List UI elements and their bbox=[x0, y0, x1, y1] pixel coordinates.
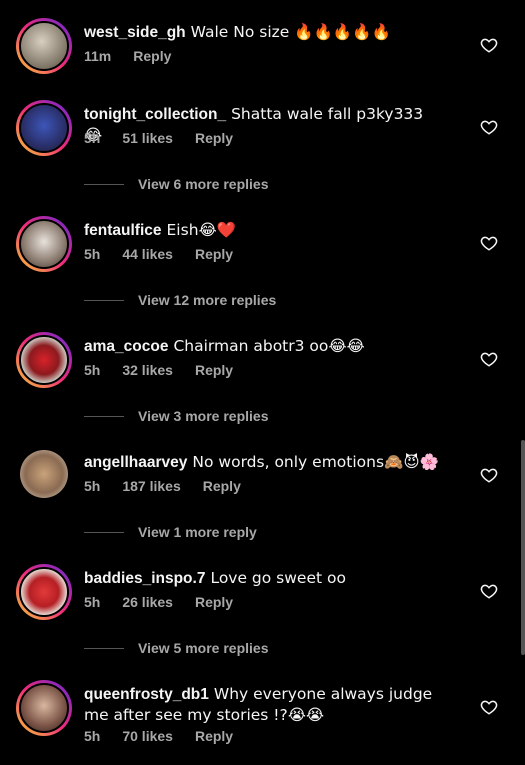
comment-text-block: baddies_inspo.7 Love go sweet oo bbox=[84, 568, 444, 589]
scrollbar[interactable] bbox=[521, 440, 525, 655]
comment-meta: 5h 70 likes Reply bbox=[84, 728, 255, 744]
reply-button[interactable]: Reply bbox=[195, 130, 233, 146]
heart-outline-icon[interactable] bbox=[480, 118, 498, 136]
comment-meta: 5h 187 likes Reply bbox=[84, 478, 263, 494]
replies-divider bbox=[84, 531, 124, 533]
comment-time: 5h bbox=[84, 478, 101, 494]
avatar[interactable] bbox=[16, 216, 72, 272]
comment-body: Chairman abotr3 oo😂😂 bbox=[173, 337, 365, 355]
comment-time: 5h bbox=[84, 246, 101, 262]
reply-button[interactable]: Reply bbox=[195, 594, 233, 610]
reply-button[interactable]: Reply bbox=[195, 362, 233, 378]
comment-text-block: queenfrosty_db1 Why everyone always judge… bbox=[84, 684, 454, 726]
comment-text-block: ama_cocoe Chairman abotr3 oo😂😂 bbox=[84, 336, 444, 357]
view-replies-button[interactable]: View 6 more replies bbox=[84, 176, 268, 192]
comment-time: 5h bbox=[84, 362, 101, 378]
comment-text-block: fentaulfice Eish😂❤️ bbox=[84, 220, 444, 241]
comment-body: Wale No size 🔥🔥🔥🔥🔥 bbox=[190, 23, 391, 41]
view-replies-button[interactable]: View 3 more replies bbox=[84, 408, 268, 424]
comment-likes[interactable]: 187 likes bbox=[122, 478, 180, 494]
heart-outline-icon[interactable] bbox=[480, 350, 498, 368]
comment-username[interactable]: queenfrosty_db1 bbox=[84, 686, 209, 703]
comment-text-block: angellhaarvey No words, only emotions🙈😈🌸 bbox=[84, 452, 444, 473]
reply-button[interactable]: Reply bbox=[195, 728, 233, 744]
comment-likes[interactable]: 26 likes bbox=[122, 594, 173, 610]
comment-meta: 11m Reply bbox=[84, 48, 193, 64]
avatar[interactable] bbox=[16, 100, 72, 156]
view-replies-button[interactable]: View 5 more replies bbox=[84, 640, 268, 656]
replies-divider bbox=[84, 415, 124, 417]
view-replies-label: View 12 more replies bbox=[138, 292, 277, 308]
comment-meta: 5h 51 likes Reply bbox=[84, 130, 255, 146]
comment-likes[interactable]: 44 likes bbox=[122, 246, 173, 262]
heart-outline-icon[interactable] bbox=[480, 234, 498, 252]
comment-time: 5h bbox=[84, 594, 101, 610]
heart-outline-icon[interactable] bbox=[480, 698, 498, 716]
avatar[interactable] bbox=[16, 564, 72, 620]
avatar[interactable] bbox=[16, 680, 72, 736]
comment-username[interactable]: fentaulfice bbox=[84, 222, 162, 239]
view-replies-label: View 1 more reply bbox=[138, 524, 257, 540]
view-replies-button[interactable]: View 1 more reply bbox=[84, 524, 257, 540]
view-replies-label: View 5 more replies bbox=[138, 640, 269, 656]
comment-likes[interactable]: 70 likes bbox=[122, 728, 173, 744]
view-replies-label: View 6 more replies bbox=[138, 176, 269, 192]
comment-username[interactable]: tonight_collection_ bbox=[84, 106, 226, 123]
comment-username[interactable]: west_side_gh bbox=[84, 24, 186, 41]
replies-divider bbox=[84, 183, 124, 185]
comment-username[interactable]: ama_cocoe bbox=[84, 338, 168, 355]
heart-outline-icon[interactable] bbox=[480, 466, 498, 484]
comment-text-block: west_side_gh Wale No size 🔥🔥🔥🔥🔥 bbox=[84, 22, 444, 43]
reply-button[interactable]: Reply bbox=[195, 246, 233, 262]
comment-time: 11m bbox=[84, 48, 112, 64]
comment-time: 5h bbox=[84, 728, 101, 744]
comment-likes[interactable]: 51 likes bbox=[122, 130, 173, 146]
avatar[interactable] bbox=[16, 18, 72, 74]
comment-username[interactable]: angellhaarvey bbox=[84, 454, 187, 471]
heart-outline-icon[interactable] bbox=[480, 36, 498, 54]
avatar[interactable] bbox=[16, 332, 72, 388]
comment-meta: 5h 26 likes Reply bbox=[84, 594, 255, 610]
replies-divider bbox=[84, 299, 124, 301]
comment-likes[interactable]: 32 likes bbox=[122, 362, 173, 378]
reply-button[interactable]: Reply bbox=[203, 478, 241, 494]
heart-outline-icon[interactable] bbox=[480, 582, 498, 600]
comment-time: 5h bbox=[84, 130, 101, 146]
reply-button[interactable]: Reply bbox=[133, 48, 171, 64]
comment-body: Love go sweet oo bbox=[210, 569, 346, 587]
comment-body: No words, only emotions🙈😈🌸 bbox=[192, 453, 439, 471]
view-replies-button[interactable]: View 12 more replies bbox=[84, 292, 276, 308]
avatar[interactable] bbox=[20, 450, 68, 498]
replies-divider bbox=[84, 647, 124, 649]
comment-meta: 5h 44 likes Reply bbox=[84, 246, 255, 262]
comment-username[interactable]: baddies_inspo.7 bbox=[84, 570, 205, 587]
view-replies-label: View 3 more replies bbox=[138, 408, 269, 424]
comment-body: Eish😂❤️ bbox=[166, 221, 236, 239]
comment-meta: 5h 32 likes Reply bbox=[84, 362, 255, 378]
